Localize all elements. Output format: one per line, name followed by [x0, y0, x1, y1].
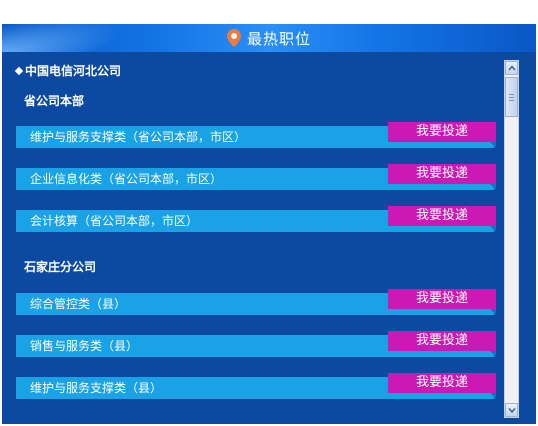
apply-button[interactable]: 我要投递 [388, 373, 496, 399]
tree-root-label: 中国电信河北公司 [25, 64, 122, 78]
apply-button[interactable]: 我要投递 [388, 206, 496, 232]
job-title[interactable]: 维护与服务支撑类（省公司本部，市区） [30, 126, 246, 148]
job-title[interactable]: 维护与服务支撑类（县） [30, 377, 162, 399]
group-title: 石家庄分公司 [24, 260, 97, 274]
chevron-up-icon [508, 65, 516, 71]
job-title[interactable]: 企业信息化类（省公司本部，市区） [30, 168, 222, 190]
job-row: 维护与服务支撑类（省公司本部，市区） 我要投递 [16, 122, 500, 148]
job-row: 维护与服务支撑类（县） 我要投递 [16, 373, 500, 399]
tree-root[interactable]: 中国电信河北公司 [14, 62, 122, 79]
panel-title: 最热职位 [246, 29, 311, 48]
job-row: 销售与服务类（县） 我要投递 [16, 331, 500, 357]
job-title[interactable]: 销售与服务类（县） [30, 335, 138, 357]
job-title[interactable]: 综合管控类（县） [30, 293, 126, 315]
apply-button[interactable]: 我要投递 [388, 289, 496, 315]
scroll-up-button[interactable] [505, 61, 518, 75]
apply-button[interactable]: 我要投递 [388, 122, 496, 148]
job-row: 综合管控类（县） 我要投递 [16, 289, 500, 315]
job-list: 中国电信河北公司 省公司本部 维护与服务支撑类（省公司本部，市区） 我要投递 企… [10, 54, 500, 418]
panel-header: 最热职位 [2, 24, 536, 52]
vertical-scrollbar[interactable] [504, 60, 519, 418]
location-pin-icon [226, 29, 241, 47]
scroll-down-button[interactable] [505, 403, 518, 417]
hot-jobs-panel: 最热职位 中国电信河北公司 省公司本部 维护与服务支撑类（省公司本部，市区） 我… [2, 24, 536, 424]
job-row: 企业信息化类（省公司本部，市区） 我要投递 [16, 164, 500, 190]
apply-button[interactable]: 我要投递 [388, 331, 496, 357]
job-title[interactable]: 会计核算（省公司本部，市区） [30, 210, 198, 232]
tree-node-icon [14, 66, 24, 76]
scroll-thumb[interactable] [505, 77, 518, 117]
chevron-down-icon [508, 408, 516, 413]
group-title: 省公司本部 [24, 94, 85, 108]
apply-button[interactable]: 我要投递 [388, 164, 496, 190]
job-row: 会计核算（省公司本部，市区） 我要投递 [16, 206, 500, 232]
